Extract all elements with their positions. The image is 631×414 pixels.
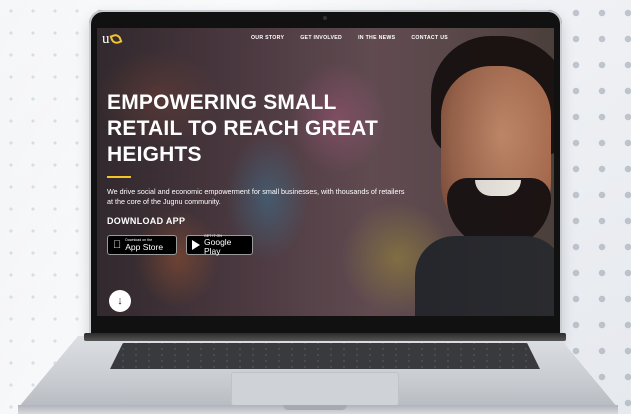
laptop-screen: u OUR STORY GET INVOLVED IN THE NEWS CON… [97,28,554,316]
play-icon [192,240,200,250]
trackpad [231,372,399,406]
laptop-notch [283,405,347,410]
nav-get-involved[interactable]: GET INVOLVED [300,35,342,41]
hero-title-line-2: RETAIL TO REACH GREAT [107,117,378,140]
apple-icon:  [113,239,121,251]
nav-our-story[interactable]: OUR STORY [251,35,284,41]
hero-title: EMPOWERING SMALL RETAIL TO REACH GREAT H… [107,90,417,168]
leaf-icon [109,32,122,46]
arrow-down-icon: ↓ [117,295,123,307]
nav-contact-us[interactable]: CONTACT US [411,35,448,41]
download-app-label: DOWNLOAD APP [107,216,186,226]
app-store-big-text: App Store [117,241,163,252]
keyboard [110,343,540,369]
main-nav: OUR STORY GET INVOLVED IN THE NEWS CONTA… [251,35,448,41]
google-play-big-text: Google Play [204,237,232,256]
hero-title-line-3: HEIGHTS [107,143,202,166]
camera [323,16,327,20]
laptop-hinge [84,333,566,341]
hero-title-line-1: EMPOWERING SMALL [107,91,337,114]
hero-overlay [97,28,554,316]
logo-letter: u [102,30,110,47]
app-store-button[interactable]:  Download on the App Store [107,235,177,255]
nav-in-the-news[interactable]: IN THE NEWS [358,35,395,41]
hero-divider [107,176,131,178]
scroll-down-button[interactable]: ↓ [109,290,131,312]
hero-subtitle: We drive social and economic empowerment… [107,187,405,206]
site-logo[interactable]: u [102,30,122,47]
google-play-button[interactable]: GET IT ON Google Play [186,234,253,256]
